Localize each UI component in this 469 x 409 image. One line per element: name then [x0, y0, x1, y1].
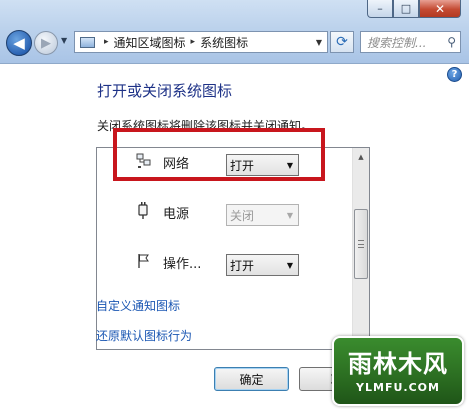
item-label: 电源 — [163, 207, 190, 222]
forward-arrow-icon: ▶ — [41, 35, 51, 51]
window-caption-buttons: – □ ✕ — [367, 0, 461, 18]
refresh-button[interactable]: ⟳ — [330, 31, 354, 53]
maximize-button[interactable]: □ — [393, 0, 419, 18]
breadcrumb-separator-icon[interactable]: ▸ — [191, 37, 196, 47]
flag-icon — [135, 252, 153, 270]
list-item: 电源 关闭 ▼ — [97, 198, 353, 228]
watermark-url: YLMFU.COM — [356, 381, 440, 394]
chevron-down-icon: ▼ — [286, 160, 294, 170]
chevron-down-icon: ▼ — [286, 210, 294, 220]
action-center-behavior-select[interactable]: 打开 ▼ — [226, 254, 299, 276]
watermark-text: 雨林木风 — [348, 350, 448, 378]
watermark-logo: 雨林木风 YLMFU.COM — [332, 336, 464, 406]
search-icon[interactable]: ⚲ — [447, 35, 456, 49]
back-arrow-icon: ◀ — [13, 34, 25, 52]
address-bar[interactable]: ▸ 通知区域图标 ▸ 系统图标 ▼ — [74, 31, 328, 53]
power-behavior-select[interactable]: 关闭 ▼ — [226, 204, 299, 226]
back-button[interactable]: ◀ — [6, 30, 32, 56]
minimize-button[interactable]: – — [367, 0, 393, 18]
help-icon[interactable]: ? — [447, 67, 462, 82]
search-input[interactable]: 搜索控制... ⚲ — [360, 31, 461, 53]
item-label: 网络 — [163, 157, 190, 172]
breadcrumb-notification-area-icons[interactable]: 通知区域图标 — [114, 34, 186, 51]
power-icon — [135, 202, 153, 220]
list-item: 网络 打开 ▼ — [97, 148, 353, 178]
close-button[interactable]: ✕ — [419, 0, 461, 18]
page-description: 关闭系统图标将删除该图标并关闭通知。 — [97, 119, 314, 133]
window-title-bar: – □ ✕ ◀ ▶ ▼ ▸ 通知区域图标 ▸ 系统图标 ▼ ⟳ 搜索控制... … — [0, 0, 469, 64]
ok-button[interactable]: 确定 — [214, 367, 289, 391]
control-panel-icon — [80, 36, 95, 48]
select-value: 关闭 — [230, 208, 255, 223]
list-scrollbar[interactable]: ▲ ▼ — [352, 148, 369, 349]
page-title: 打开或关闭系统图标 — [97, 82, 233, 100]
chevron-down-icon: ▼ — [286, 260, 294, 270]
select-value: 打开 — [230, 158, 255, 173]
forward-button[interactable]: ▶ — [34, 31, 58, 55]
search-placeholder: 搜索控制... — [367, 35, 427, 50]
scroll-up-icon[interactable]: ▲ — [353, 148, 369, 165]
list-item: 操作... 打开 ▼ — [97, 248, 353, 278]
grip-icon — [358, 240, 364, 248]
restore-default-icon-behaviors-link[interactable]: 还原默认图标行为 — [96, 327, 192, 344]
refresh-icon: ⟳ — [336, 34, 348, 50]
breadcrumb-system-icons[interactable]: 系统图标 — [200, 34, 248, 51]
customize-notification-icons-link[interactable]: 自定义通知图标 — [96, 297, 180, 314]
network-behavior-select[interactable]: 打开 ▼ — [226, 154, 299, 176]
scrollbar-thumb[interactable] — [354, 209, 368, 279]
recent-pages-dropdown[interactable]: ▼ — [61, 36, 67, 45]
network-icon — [135, 152, 153, 170]
address-dropdown-icon[interactable]: ▼ — [311, 32, 327, 52]
item-label: 操作... — [163, 257, 202, 272]
system-icons-list[interactable]: 网络 打开 ▼ 电源 关闭 ▼ 操作... 打开 ▼ ▲ — [96, 147, 370, 350]
breadcrumb-separator-icon[interactable]: ▸ — [104, 37, 109, 47]
select-value: 打开 — [230, 258, 255, 273]
